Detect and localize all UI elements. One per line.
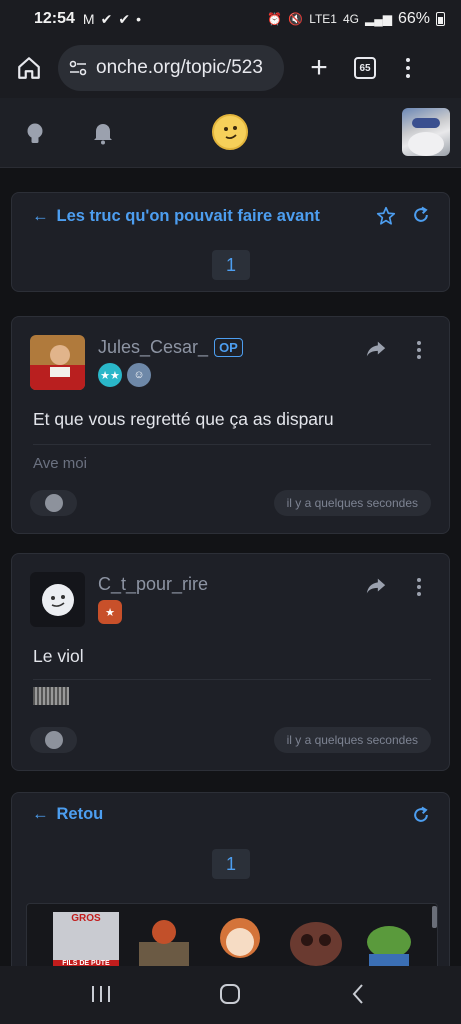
post-content: Le viol [33, 646, 84, 666]
caesar-avatar-image [30, 335, 85, 390]
network-label: 4G [342, 12, 359, 26]
carrier-label: LTE1 [309, 12, 337, 26]
back-nav-icon[interactable] [350, 982, 366, 1006]
site-logo[interactable] [212, 114, 248, 150]
refresh-icon[interactable] [411, 205, 431, 225]
reaction-face-icon [44, 731, 63, 749]
alarm-icon: ⏰ [267, 12, 283, 26]
notification-icons: M ✔ ✔ • [83, 11, 141, 28]
mute-icon: 🔇 [288, 12, 304, 26]
post-avatar[interactable] [30, 572, 85, 627]
sticker-man[interactable] [131, 912, 197, 970]
topic-header-card: ← Les truc qu'on pouvait faire avant 1 [11, 192, 450, 292]
site-header [0, 98, 461, 168]
post-timestamp: il y a quelques secondes [273, 727, 431, 753]
post-avatar[interactable] [30, 335, 85, 390]
scrollbar[interactable] [432, 906, 437, 928]
post-username[interactable]: C_t_pour_rire [98, 574, 208, 595]
signature-divider [33, 679, 431, 680]
user-badges: ★★ ☺ [98, 363, 151, 387]
refresh-icon[interactable] [411, 805, 431, 825]
sticker-text-top: GROS [71, 913, 101, 924]
signal-icon: ▂▄▆ [365, 12, 392, 26]
post-username-row: Jules_Cesar_ OP [98, 337, 243, 358]
system-nav-bar [0, 966, 461, 1024]
topic-title-row: ← Les truc qu'on pouvait faire avant [32, 207, 320, 226]
url-text[interactable]: onche.org/topic/523 [96, 57, 263, 79]
check-icon: ✔ [118, 10, 131, 27]
sticker-frog[interactable] [359, 912, 425, 970]
reaction-face-icon [44, 494, 63, 512]
signature-divider [33, 444, 431, 445]
user-avatar[interactable] [402, 108, 450, 156]
star-badge-icon: ★ [98, 600, 122, 624]
avatar-badge-icon: ☺ [127, 363, 151, 387]
home-nav-icon[interactable] [218, 982, 242, 1006]
smiley-logo-icon [224, 126, 237, 140]
reaction-button[interactable] [30, 727, 77, 753]
sticker-gros[interactable]: GROS FILS DE PUTE [53, 912, 119, 970]
sticker-creature[interactable] [283, 912, 349, 970]
tab-switcher-button[interactable]: 65 [354, 57, 376, 79]
user-badges: ★ [98, 600, 122, 624]
new-tab-button[interactable]: + [304, 53, 334, 83]
home-icon [18, 57, 40, 79]
post-timestamp: il y a quelques secondes [273, 490, 431, 516]
status-bar: 12:54 M ✔ ✔ • ⏰ 🔇 LTE1 4G ▂▄▆ 66% [0, 0, 461, 38]
back-label[interactable]: Retou [57, 805, 104, 824]
system-icons: ⏰ 🔇 LTE1 4G ▂▄▆ 66% [267, 10, 445, 28]
sticker-picker[interactable]: GROS FILS DE PUTE [26, 903, 438, 973]
site-settings-icon[interactable] [68, 58, 88, 78]
home-button[interactable] [12, 51, 46, 85]
post-card: C_t_pour_rire ★ Le viol il y a quelques … [11, 553, 450, 771]
reply-card: ← Retou 1 GROS FILS DE PUTE [11, 792, 450, 992]
signature-image [33, 687, 69, 705]
dot-icon: • [136, 11, 141, 27]
reaction-button[interactable] [30, 490, 77, 516]
status-time: 12:54 [34, 10, 75, 27]
browser-toolbar: onche.org/topic/523 + 65 [0, 38, 461, 98]
op-badge: OP [214, 338, 243, 357]
back-arrow-icon[interactable]: ← [32, 207, 49, 226]
post-content: Et que vous regretté que ça as disparu [33, 409, 334, 429]
recent-apps-icon[interactable] [90, 982, 112, 1006]
page-number-button[interactable]: 1 [212, 250, 250, 280]
address-bar[interactable]: onche.org/topic/523 [58, 45, 284, 91]
sticker-anime[interactable] [207, 912, 273, 970]
lightbulb-icon[interactable] [24, 122, 46, 146]
topic-title: Les truc qu'on pouvait faire avant [56, 207, 320, 225]
battery-icon [436, 12, 445, 26]
browser-menu-button[interactable] [406, 58, 410, 78]
post-menu-button[interactable] [417, 341, 421, 359]
page-number-button[interactable]: 1 [212, 849, 250, 879]
share-icon[interactable] [365, 339, 387, 359]
white-smiley-avatar-icon [41, 583, 74, 616]
post-username-row: C_t_pour_rire [98, 574, 208, 595]
bell-icon[interactable] [92, 121, 114, 145]
post-signature: Ave moi [33, 455, 87, 472]
star-icon[interactable] [375, 205, 397, 227]
back-arrow-icon[interactable]: ← [32, 805, 49, 824]
gmail-icon: M [82, 11, 95, 27]
reply-back-row[interactable]: ← Retou [32, 805, 103, 824]
post-username[interactable]: Jules_Cesar_ [98, 337, 208, 358]
battery-percent: 66% [397, 10, 430, 27]
stars-badge-icon: ★★ [98, 363, 122, 387]
check-icon: ✔ [100, 10, 113, 27]
post-menu-button[interactable] [417, 578, 421, 596]
share-icon[interactable] [365, 576, 387, 596]
post-card: Jules_Cesar_ OP ★★ ☺ Et que vous regrett… [11, 316, 450, 534]
avatar-image [408, 118, 444, 156]
